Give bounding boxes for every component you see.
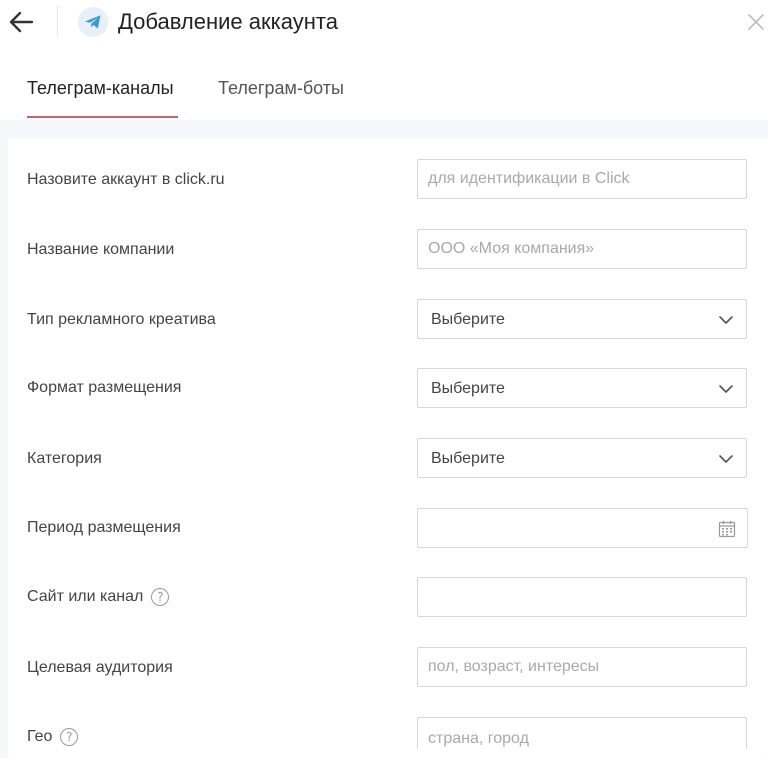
category-value: Выберите (431, 450, 505, 467)
close-button[interactable] (744, 10, 768, 34)
placement-format-label: Формат размещения (27, 378, 181, 398)
placement-period-label: Период размещения (27, 518, 181, 538)
telegram-logo (78, 7, 108, 37)
chevron-down-icon (719, 455, 733, 463)
company-name-label-text: Название компании (27, 241, 175, 258)
company-name-field[interactable] (417, 229, 747, 269)
header: Добавление аккаунта Телеграм-каналы Теле… (0, 0, 768, 120)
company-name-input[interactable] (418, 230, 746, 268)
tab-telegram-bots[interactable]: Телеграм-боты (218, 76, 344, 100)
creative-type-value: Выберите (431, 311, 505, 328)
creative-type-label: Тип рекламного креатива (27, 310, 216, 330)
back-button[interactable] (6, 7, 36, 37)
site-or-channel-label-text: Сайт или канал (27, 588, 144, 605)
site-or-channel-field[interactable] (417, 577, 747, 617)
placement-period-label-text: Период размещения (27, 519, 181, 536)
placement-period-field[interactable] (417, 508, 748, 548)
target-audience-label-text: Целевая аудитория (27, 659, 173, 676)
header-divider (57, 6, 58, 36)
geo-input[interactable] (418, 718, 746, 749)
site-or-channel-label: Сайт или канал ? (27, 587, 170, 607)
geo-field[interactable] (417, 717, 747, 749)
target-audience-input[interactable] (418, 648, 746, 686)
placement-format-label-text: Формат размещения (27, 379, 182, 396)
placement-period-input[interactable] (418, 509, 747, 547)
arrow-left-icon (9, 11, 34, 33)
tab-telegram-channels[interactable]: Телеграм-каналы (27, 76, 174, 100)
account-name-input[interactable] (418, 160, 746, 198)
calendar-icon[interactable] (717, 519, 737, 539)
target-audience-field[interactable] (417, 647, 747, 687)
account-name-label-text: Назовите аккаунт в click.ru (27, 171, 225, 188)
help-icon[interactable]: ? (151, 588, 170, 606)
category-label-text: Категория (27, 450, 102, 467)
geo-label: Гео ? (27, 727, 79, 747)
creative-type-label-text: Тип рекламного креатива (27, 311, 216, 328)
company-name-label: Название компании (27, 240, 174, 260)
chevron-down-icon (719, 316, 733, 324)
placement-format-select[interactable]: Выберите (417, 368, 747, 408)
site-or-channel-input[interactable] (418, 578, 746, 616)
help-icon[interactable]: ? (60, 728, 79, 746)
telegram-icon (85, 15, 101, 29)
active-tab-indicator (27, 116, 178, 118)
close-icon (748, 14, 764, 30)
creative-type-select[interactable]: Выберите (417, 299, 747, 339)
placement-format-value: Выберите (431, 380, 505, 397)
account-name-field[interactable] (417, 159, 747, 199)
geo-label-text: Гео (27, 728, 53, 745)
chevron-down-icon (719, 385, 733, 393)
category-label: Категория (27, 449, 102, 469)
target-audience-label: Целевая аудитория (27, 658, 173, 678)
category-select[interactable]: Выберите (417, 438, 747, 478)
account-name-label: Назовите аккаунт в click.ru (27, 170, 225, 190)
page-title: Добавление аккаунта (118, 9, 338, 34)
